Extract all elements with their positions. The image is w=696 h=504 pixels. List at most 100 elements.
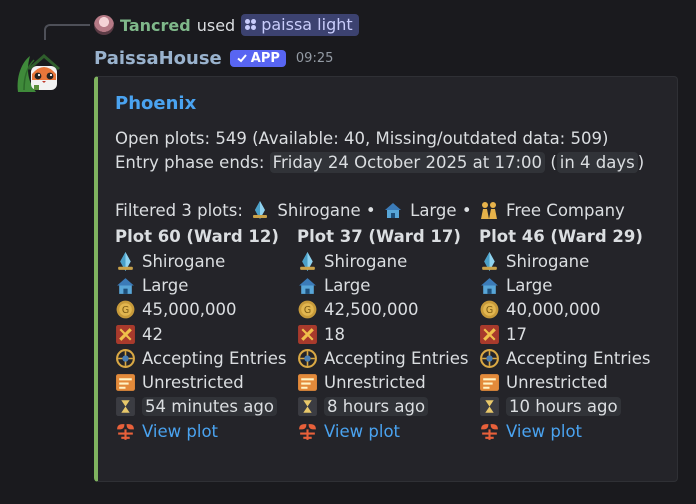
plot-entries: 17 (506, 324, 527, 344)
unrestricted-icon (298, 374, 317, 392)
plot-district-row: Shirogane (297, 249, 479, 273)
view-plot-link[interactable]: View plot (324, 422, 400, 441)
reply-used-text: used (196, 15, 236, 35)
plot-price: 40,000,000 (506, 300, 601, 320)
lottery-icon (116, 348, 135, 368)
plot-phase-row: Accepting Entries (479, 346, 661, 370)
plot-fields: Plot 60 (Ward 12) Shirogane Large G 45,0… (115, 225, 661, 443)
view-plot-link[interactable]: View plot (142, 422, 218, 441)
plot-district: Shirogane (142, 251, 226, 271)
plot-entries-row: 17 (479, 322, 661, 346)
plot-link-row: View plot (297, 419, 479, 443)
reply-connector (44, 24, 90, 40)
app-badge-label: APP (250, 50, 280, 66)
entry-phase-paren-open: ( (550, 153, 557, 172)
plot-price: 45,000,000 (142, 300, 237, 320)
plot-updated-row: 8 hours ago (297, 395, 479, 419)
plot-entries-row: 42 (115, 322, 297, 346)
plot-size: Large (506, 275, 553, 295)
plot-entries: 18 (324, 324, 345, 344)
plot-restriction: Unrestricted (142, 373, 244, 393)
embed-card: Phoenix Open plots: 549 (Available: 40, … (94, 76, 678, 482)
house-icon (384, 203, 401, 218)
house-icon (299, 278, 316, 294)
gil-coin-icon: G (298, 300, 317, 319)
unrestricted-icon (116, 374, 135, 392)
plot-phase-row: Accepting Entries (115, 346, 297, 370)
plot-phase: Accepting Entries (142, 348, 287, 368)
plot-entries: 42 (142, 324, 163, 344)
plot-updated-row: 10 hours ago (479, 395, 661, 419)
entries-icon (116, 324, 135, 344)
plot-phase: Accepting Entries (506, 348, 651, 368)
hourglass-icon (298, 397, 317, 417)
plot-field: Plot 46 (Ward 29) Shirogane Large G 40,0… (479, 225, 661, 443)
link-icon (481, 423, 498, 440)
filter-district: Shirogane (277, 201, 361, 220)
entry-phase-date[interactable]: Friday 24 October 2025 at 17:00 (269, 152, 546, 173)
plot-restriction: Unrestricted (324, 373, 426, 393)
filter-separator: • (461, 201, 472, 220)
plot-size-row: Large (479, 273, 661, 297)
plot-field: Plot 60 (Ward 12) Shirogane Large G 45,0… (115, 225, 297, 443)
plot-link-row: View plot (115, 419, 297, 443)
gil-coin-icon: G (480, 300, 499, 319)
house-icon (481, 278, 498, 294)
entry-phase-relative[interactable]: in 4 days (556, 152, 638, 173)
plot-updated[interactable]: 10 hours ago (506, 397, 621, 417)
bot-avatar[interactable] (14, 46, 62, 94)
hourglass-icon (116, 397, 135, 417)
plot-name: Plot 60 (Ward 12) (115, 227, 279, 246)
timestamp[interactable]: 09:25 (296, 51, 333, 66)
plot-updated[interactable]: 8 hours ago (324, 397, 429, 417)
app-badge: APP (229, 49, 286, 67)
replied-username[interactable]: Tancred (120, 16, 191, 35)
plot-district: Shirogane (324, 251, 408, 271)
plot-name: Plot 37 (Ward 17) (297, 227, 461, 246)
plot-updated[interactable]: 54 minutes ago (142, 397, 277, 417)
crystal-icon (253, 201, 268, 219)
crystal-icon (118, 251, 133, 271)
entry-phase-paren-close: ) (637, 153, 645, 172)
entries-icon (480, 324, 499, 344)
replied-user-avatar[interactable] (94, 15, 114, 35)
plot-price-row: G 40,000,000 (479, 298, 661, 322)
entry-phase-label: Entry phase ends: (115, 153, 265, 172)
plot-restriction-row: Unrestricted (115, 370, 297, 394)
plot-price-row: G 42,500,000 (297, 298, 479, 322)
svg-text:G: G (304, 305, 311, 316)
plot-restriction: Unrestricted (506, 373, 608, 393)
plot-link-row: View plot (479, 419, 661, 443)
embed-title[interactable]: Phoenix (115, 93, 661, 117)
plot-restriction-row: Unrestricted (479, 370, 661, 394)
command-chip[interactable]: paissa light (241, 14, 359, 36)
filter-prefix: Filtered 3 plots: (115, 201, 243, 220)
plot-price-row: G 45,000,000 (115, 298, 297, 322)
plot-updated-row: 54 minutes ago (115, 395, 297, 419)
plot-name: Plot 46 (Ward 29) (479, 227, 643, 246)
chat-message: Tancred used paissa light PaissaHouse AP… (0, 0, 696, 504)
plot-field: Plot 37 (Ward 17) Shirogane Large G 42,5… (297, 225, 479, 443)
view-plot-link[interactable]: View plot (506, 422, 582, 441)
plot-phase: Accepting Entries (324, 348, 469, 368)
plot-size: Large (142, 275, 189, 295)
unrestricted-icon (480, 374, 499, 392)
reply-context[interactable]: Tancred used paissa light (94, 12, 359, 38)
plot-price: 42,500,000 (324, 300, 419, 320)
plot-size-row: Large (115, 273, 297, 297)
svg-text:G: G (122, 305, 129, 316)
filter-size: Large (410, 201, 457, 220)
command-icon (245, 18, 257, 31)
embed-description: Open plots: 549 (Available: 40, Missing/… (115, 127, 661, 223)
entries-icon (298, 324, 317, 344)
author-name[interactable]: PaissaHouse (94, 48, 222, 69)
house-icon (117, 278, 134, 294)
filter-purchaser: Free Company (506, 201, 625, 220)
filter-line: Filtered 3 plots: Shirogane • Large • Fr… (115, 199, 661, 223)
plot-phase-row: Accepting Entries (297, 346, 479, 370)
lottery-icon (480, 348, 499, 368)
open-plots-line: Open plots: 549 (Available: 40, Missing/… (115, 129, 609, 148)
plot-size: Large (324, 275, 371, 295)
plot-entries-row: 18 (297, 322, 479, 346)
hourglass-icon (480, 397, 499, 417)
